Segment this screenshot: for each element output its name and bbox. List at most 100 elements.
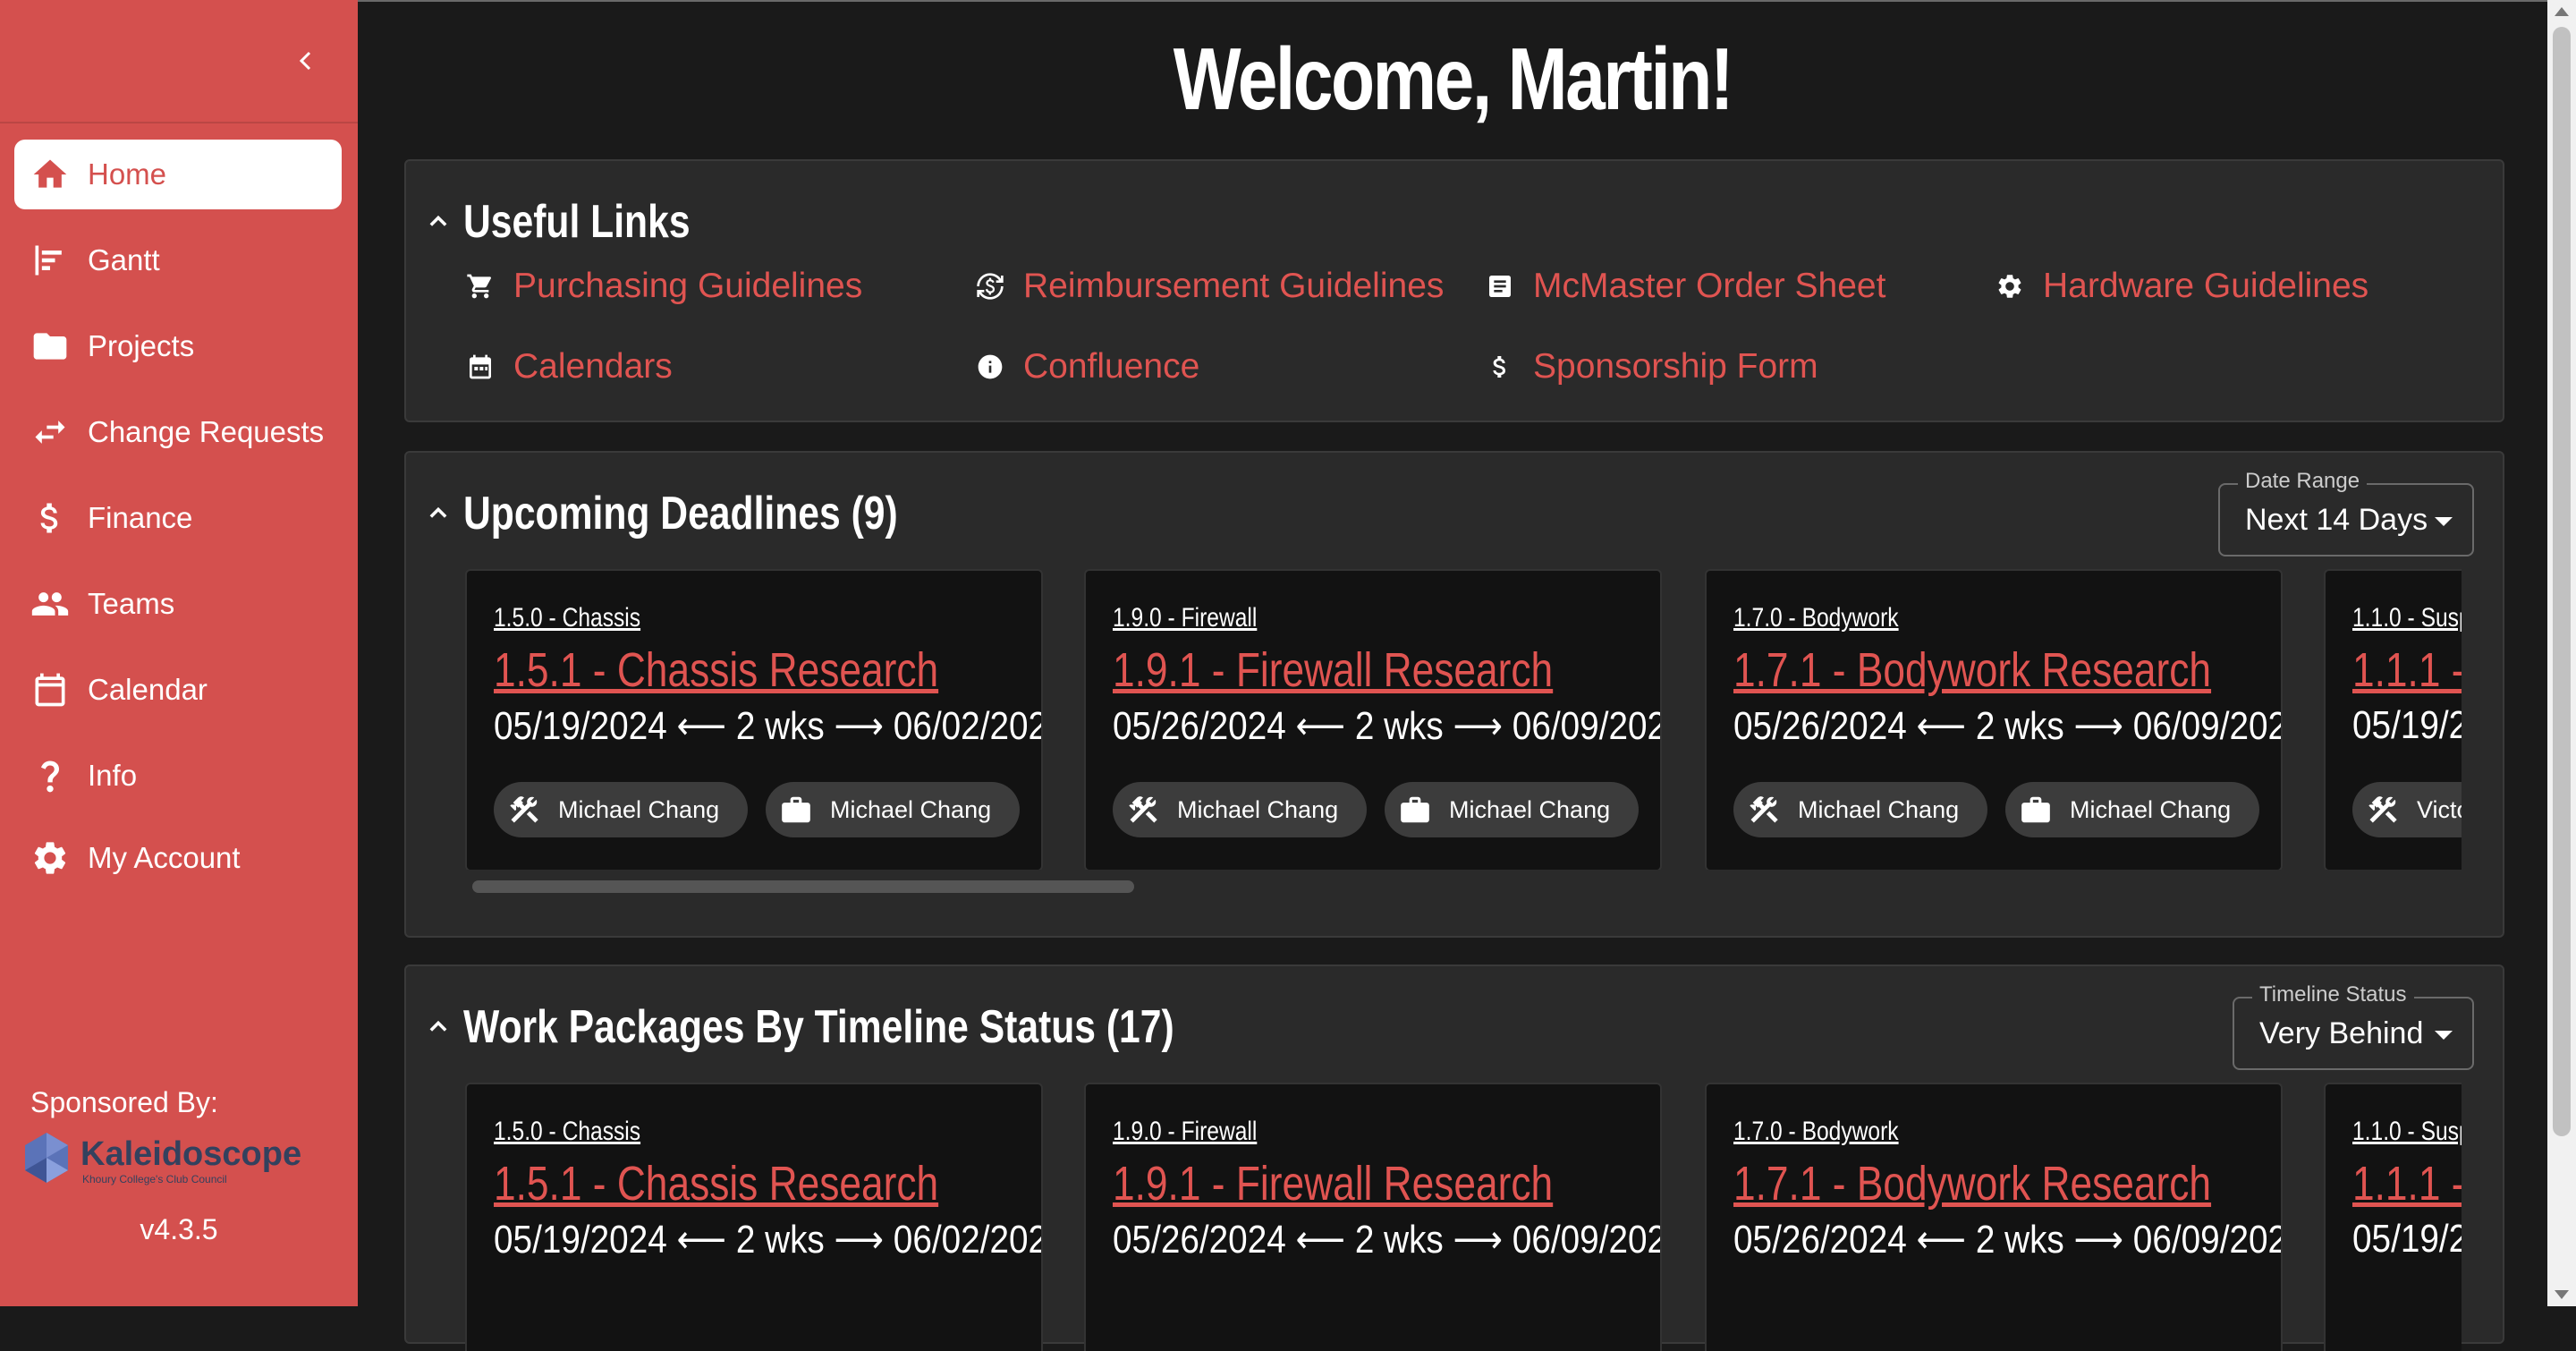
link-sponsorship-form[interactable]: Sponsorship Form <box>1485 347 1818 387</box>
chevron-up-icon[interactable] <box>426 209 451 234</box>
sidebar-item-teams[interactable]: Teams <box>14 569 342 639</box>
sidebar: Home Gantt Projects Change Requests Fina… <box>0 0 358 1306</box>
work-package-link[interactable]: 1.5.1 - Chassis Research <box>494 642 938 698</box>
project-link[interactable]: 1.9.0 - Firewall <box>1113 603 1257 633</box>
dollar-icon <box>29 497 72 540</box>
manager-chip[interactable]: Michael Chang <box>766 782 1021 837</box>
work-package-card: 1.9.0 - Firewall 1.9.1 - Firewall Resear… <box>1084 1083 1662 1351</box>
link-label: Hardware Guidelines <box>2043 267 2369 305</box>
lead-name: Michael Chang <box>1798 795 1960 823</box>
lead-chip[interactable]: Michael Chang <box>1113 782 1368 837</box>
link-reimbursement-guidelines[interactable]: Reimbursement Guidelines <box>975 267 1444 306</box>
dollar-icon <box>1485 352 1515 382</box>
timeline-status-select[interactable]: Timeline Status Very Behind <box>2233 982 2474 1070</box>
sidebar-item-label: Finance <box>88 501 193 534</box>
question-icon <box>29 754 72 797</box>
link-mcmaster-order-sheet[interactable]: McMaster Order Sheet <box>1485 267 1885 306</box>
link-calendars[interactable]: Calendars <box>465 347 673 387</box>
manager-chip[interactable]: Michael Chang <box>2005 782 2260 837</box>
sponsor-name: Kaleidoscope <box>80 1135 301 1173</box>
sidebar-item-label: Gantt <box>88 243 160 276</box>
scroll-up-arrow-icon[interactable] <box>2555 7 2569 16</box>
sidebar-item-label: Calendar <box>88 673 208 706</box>
lead-chip[interactable]: Michael Chang <box>494 782 749 837</box>
project-link[interactable]: 1.5.0 - Chassis <box>494 603 640 633</box>
work-package-card: 1.7.0 - Bodywork 1.7.1 - Bodywork Resear… <box>1705 569 2283 870</box>
currency-exchange-icon <box>975 271 1005 302</box>
sponsor-tagline: Khoury College's Club Council <box>82 1173 227 1185</box>
sidebar-item-finance[interactable]: Finance <box>14 483 342 553</box>
horizontal-scrollbar-thumb[interactable] <box>472 880 1134 893</box>
manager-name: Michael Chang <box>1449 795 1611 823</box>
sidebar-item-info[interactable]: Info <box>14 741 342 811</box>
link-label: Reimbursement Guidelines <box>1023 267 1445 305</box>
scroll-down-arrow-icon[interactable] <box>2555 1290 2569 1299</box>
link-label: Calendars <box>513 347 673 386</box>
construction-icon <box>1125 792 1161 828</box>
upcoming-deadlines-title: Upcoming Deadlines (9) <box>463 488 898 540</box>
chevron-up-icon[interactable] <box>426 501 451 526</box>
link-confluence[interactable]: Confluence <box>975 347 1199 387</box>
sidebar-item-home[interactable]: Home <box>14 140 342 209</box>
sidebar-item-label: Home <box>88 157 167 191</box>
date-range-select[interactable]: Date Range Next 14 Days <box>2218 469 2474 557</box>
sidebar-item-my-account[interactable]: My Account <box>14 823 342 893</box>
timeline-status-title: Work Packages By Timeline Status (17) <box>463 1001 1174 1053</box>
lead-chip[interactable]: Victo <box>2352 782 2462 837</box>
work-package-link[interactable]: 1.7.1 - Bodywork Research <box>1733 642 2211 698</box>
link-hardware-guidelines[interactable]: Hardware Guidelines <box>1995 267 2368 306</box>
useful-links-header: Useful Links <box>426 195 740 249</box>
project-link[interactable]: 1.7.0 - Bodywork <box>1733 1117 1899 1147</box>
caret-down-icon <box>2435 517 2453 526</box>
folder-icon <box>29 325 72 368</box>
sponsor-logo[interactable]: Kaleidoscope Khoury College's Club Counc… <box>20 1129 306 1192</box>
timeline-status-label: Timeline Status <box>2252 982 2414 1007</box>
work-package-card: 1.5.0 - Chassis 1.5.1 - Chassis Research… <box>465 569 1043 870</box>
lead-chip[interactable]: Michael Chang <box>1733 782 1988 837</box>
work-package-link[interactable]: 1.1.1 - S <box>2352 1156 2462 1211</box>
collapse-sidebar-button[interactable] <box>288 39 324 82</box>
link-purchasing-guidelines[interactable]: Purchasing Guidelines <box>465 267 862 306</box>
calendar-icon <box>465 352 496 382</box>
manager-name: Michael Chang <box>830 795 992 823</box>
lead-name: Michael Chang <box>558 795 720 823</box>
sponsor-label: Sponsored By: <box>30 1086 218 1118</box>
home-icon <box>29 153 72 196</box>
page-title: Welcome, Martin! <box>1173 30 1734 128</box>
useful-links-panel: Useful Links Purchasing Guidelines Reimb… <box>404 159 2504 422</box>
sidebar-item-gantt[interactable]: Gantt <box>14 225 342 295</box>
gear-icon <box>29 837 72 879</box>
manager-chip[interactable]: Michael Chang <box>1385 782 1640 837</box>
work-package-card: 1.7.0 - Bodywork 1.7.1 - Bodywork Resear… <box>1705 1083 2283 1351</box>
info-icon <box>975 352 1005 382</box>
work-package-link[interactable]: 1.9.1 - Firewall Research <box>1113 642 1553 698</box>
sidebar-item-projects[interactable]: Projects <box>14 311 342 381</box>
work-package-dates: 05/19/20 <box>2352 703 2462 747</box>
sidebar-item-calendar[interactable]: Calendar <box>14 655 342 725</box>
work-package-link[interactable]: 1.5.1 - Chassis Research <box>494 1156 938 1211</box>
project-link[interactable]: 1.1.0 - Suspe <box>2352 603 2462 633</box>
work-package-link[interactable]: 1.9.1 - Firewall Research <box>1113 1156 1553 1211</box>
vertical-scrollbar-thumb[interactable] <box>2553 27 2571 1136</box>
sidebar-item-label: Projects <box>88 329 195 362</box>
work-package-link[interactable]: 1.7.1 - Bodywork Research <box>1733 1156 2211 1211</box>
chevron-up-icon[interactable] <box>426 1015 451 1040</box>
gear-icon <box>1995 271 2025 302</box>
vertical-scrollbar[interactable] <box>2547 0 2576 1306</box>
sidebar-item-change-requests[interactable]: Change Requests <box>14 397 342 467</box>
project-link[interactable]: 1.5.0 - Chassis <box>494 1117 640 1147</box>
work-package-link[interactable]: 1.1.1 - S <box>2352 642 2462 698</box>
project-link[interactable]: 1.9.0 - Firewall <box>1113 1117 1257 1147</box>
work-package-card: 1.1.0 - Suspe 1.1.1 - S 05/19/20 <box>2324 1083 2462 1351</box>
work-package-dates: 05/26/2024 ⟵ 2 wks ⟶ 06/09/2024 <box>1113 1218 1662 1262</box>
work-package-card: 1.9.0 - Firewall 1.9.1 - Firewall Resear… <box>1084 569 1662 870</box>
timeline-status-header: Work Packages By Timeline Status (17) <box>426 1000 1330 1054</box>
project-link[interactable]: 1.7.0 - Bodywork <box>1733 603 1899 633</box>
chevron-left-icon <box>299 51 311 71</box>
project-link[interactable]: 1.1.0 - Suspe <box>2352 1117 2462 1147</box>
lead-name: Victo <box>2417 795 2462 823</box>
deadlines-card-list: 1.5.0 - Chassis 1.5.1 - Chassis Research… <box>465 569 2462 870</box>
timeline-status-panel: Work Packages By Timeline Status (17) Ti… <box>404 964 2504 1351</box>
construction-icon <box>2365 792 2401 828</box>
work-package-card: 1.1.0 - Suspe 1.1.1 - S 05/19/20 Victo <box>2324 569 2462 870</box>
